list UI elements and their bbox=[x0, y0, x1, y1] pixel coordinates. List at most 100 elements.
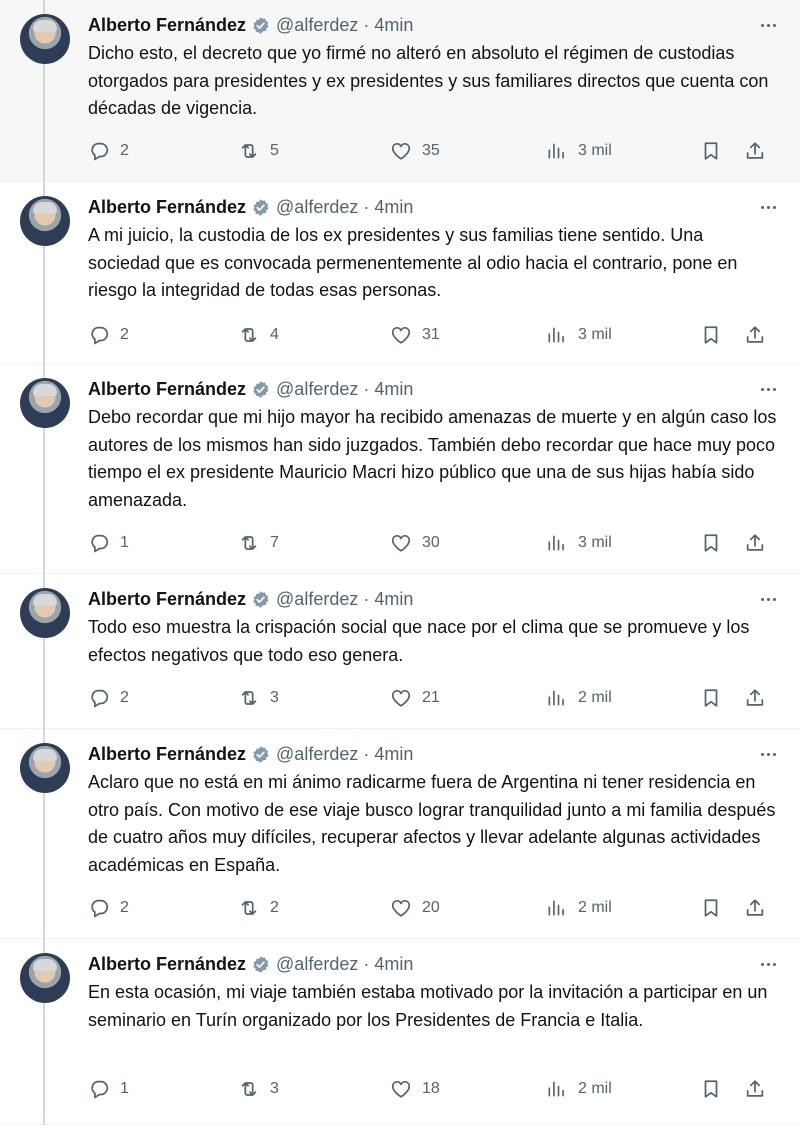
retweet-button[interactable]: 5 bbox=[238, 138, 279, 164]
author-handle[interactable]: @alferdez bbox=[276, 197, 358, 218]
bar-chart-icon bbox=[548, 535, 564, 551]
like-count: 30 bbox=[422, 534, 440, 551]
retweet-count: 3 bbox=[270, 689, 279, 706]
author-name[interactable]: Alberto Fernández bbox=[88, 197, 246, 218]
bookmark-button[interactable] bbox=[700, 530, 722, 556]
tweet-5[interactable]: Alberto Fernández @alferdez · 4min Aclar… bbox=[0, 729, 800, 939]
retweet-button[interactable]: 7 bbox=[238, 530, 279, 556]
bookmark-button[interactable] bbox=[700, 322, 722, 348]
bookmark-icon bbox=[704, 142, 718, 160]
reply-button[interactable]: 2 bbox=[88, 895, 129, 921]
retweet-button[interactable]: 2 bbox=[238, 895, 279, 921]
tweet-4[interactable]: Alberto Fernández @alferdez · 4min Todo … bbox=[0, 574, 800, 729]
bookmark-button[interactable] bbox=[700, 895, 722, 921]
tweet-6[interactable]: Alberto Fernández @alferdez · 4min En es… bbox=[0, 939, 800, 1125]
retweet-button[interactable]: 4 bbox=[238, 322, 279, 348]
reply-button[interactable]: 2 bbox=[88, 322, 129, 348]
author-name[interactable]: Alberto Fernández bbox=[88, 15, 246, 36]
reply-icon bbox=[91, 689, 109, 708]
avatar[interactable] bbox=[20, 743, 70, 793]
reply-button[interactable]: 1 bbox=[88, 530, 129, 556]
author-name[interactable]: Alberto Fernández bbox=[88, 954, 246, 975]
avatar[interactable] bbox=[20, 14, 70, 64]
avatar[interactable] bbox=[20, 196, 70, 246]
author-handle[interactable]: @alferdez bbox=[276, 379, 358, 400]
tweet-2[interactable]: Alberto Fernández @alferdez · 4min A mi … bbox=[0, 182, 800, 364]
reply-icon bbox=[91, 1080, 109, 1099]
like-button[interactable]: 20 bbox=[390, 895, 440, 921]
share-button[interactable] bbox=[744, 685, 766, 711]
views-button[interactable]: 3 mil bbox=[546, 138, 612, 164]
dot-separator: · bbox=[363, 378, 370, 399]
bookmark-button[interactable] bbox=[700, 138, 722, 164]
timestamp[interactable]: 4min bbox=[374, 379, 413, 400]
tweet-1[interactable]: Alberto Fernández @alferdez · 4min Dicho… bbox=[0, 0, 800, 182]
like-button[interactable]: 30 bbox=[390, 530, 440, 556]
more-options-icon[interactable] bbox=[756, 378, 780, 400]
author-name[interactable]: Alberto Fernández bbox=[88, 379, 246, 400]
view-count: 2 mil bbox=[578, 1080, 612, 1097]
views-button[interactable]: 2 mil bbox=[546, 1076, 612, 1102]
bar-chart-icon bbox=[548, 327, 564, 343]
author-name[interactable]: Alberto Fernández bbox=[88, 589, 246, 610]
tweet-header: Alberto Fernández @alferdez · 4min bbox=[88, 376, 780, 402]
avatar[interactable] bbox=[20, 378, 70, 428]
reply-icon bbox=[91, 534, 109, 553]
more-options-icon[interactable] bbox=[756, 14, 780, 36]
tweet-header: Alberto Fernández @alferdez · 4min bbox=[88, 951, 780, 977]
like-button[interactable]: 35 bbox=[390, 138, 440, 164]
tweet-actions: 2 5 35 3 mil bbox=[88, 138, 772, 164]
thread-connector bbox=[43, 64, 45, 182]
view-count: 2 mil bbox=[578, 689, 612, 706]
more-options-icon[interactable] bbox=[756, 588, 780, 610]
author-handle[interactable]: @alferdez bbox=[276, 744, 358, 765]
thread-connector bbox=[43, 246, 45, 364]
share-button[interactable] bbox=[744, 1076, 766, 1102]
views-button[interactable]: 3 mil bbox=[546, 322, 612, 348]
tweet-content: Alberto Fernández @alferdez · 4min Dicho… bbox=[88, 12, 780, 123]
tweet-content: Alberto Fernández @alferdez · 4min Aclar… bbox=[88, 741, 780, 879]
bookmark-button[interactable] bbox=[700, 685, 722, 711]
more-options-icon[interactable] bbox=[756, 743, 780, 765]
share-button[interactable] bbox=[744, 138, 766, 164]
more-options-icon[interactable] bbox=[756, 953, 780, 975]
share-button[interactable] bbox=[744, 322, 766, 348]
reply-button[interactable]: 2 bbox=[88, 685, 129, 711]
timestamp[interactable]: 4min bbox=[374, 15, 413, 36]
author-handle[interactable]: @alferdez bbox=[276, 15, 358, 36]
share-icon bbox=[746, 534, 764, 551]
dot-separator: · bbox=[363, 743, 370, 764]
avatar[interactable] bbox=[20, 588, 70, 638]
like-button[interactable]: 31 bbox=[390, 322, 440, 348]
retweet-button[interactable]: 3 bbox=[238, 1076, 279, 1102]
more-options-icon[interactable] bbox=[756, 196, 780, 218]
author-name[interactable]: Alberto Fernández bbox=[88, 744, 246, 765]
bar-chart-icon bbox=[548, 690, 564, 706]
reply-button[interactable]: 2 bbox=[88, 138, 129, 164]
like-button[interactable]: 18 bbox=[390, 1076, 440, 1102]
views-button[interactable]: 2 mil bbox=[546, 895, 612, 921]
author-handle[interactable]: @alferdez bbox=[276, 954, 358, 975]
like-button[interactable]: 21 bbox=[390, 685, 440, 711]
retweet-icon bbox=[241, 328, 257, 342]
tweet-text: Dicho esto, el decreto que yo firmé no a… bbox=[88, 43, 769, 118]
tweet-content: Alberto Fernández @alferdez · 4min En es… bbox=[88, 951, 780, 1034]
timestamp[interactable]: 4min bbox=[374, 744, 413, 765]
timestamp[interactable]: 4min bbox=[374, 197, 413, 218]
views-button[interactable]: 3 mil bbox=[546, 530, 612, 556]
share-button[interactable] bbox=[744, 895, 766, 921]
retweet-button[interactable]: 3 bbox=[238, 685, 279, 711]
retweet-count: 3 bbox=[270, 1080, 279, 1097]
share-button[interactable] bbox=[744, 530, 766, 556]
like-count: 18 bbox=[422, 1080, 440, 1097]
avatar[interactable] bbox=[20, 953, 70, 1003]
verified-badge-icon bbox=[253, 380, 269, 398]
timestamp[interactable]: 4min bbox=[374, 589, 413, 610]
reply-icon bbox=[91, 899, 109, 918]
bookmark-button[interactable] bbox=[700, 1076, 722, 1102]
views-button[interactable]: 2 mil bbox=[546, 685, 612, 711]
tweet-3[interactable]: Alberto Fernández @alferdez · 4min Debo … bbox=[0, 364, 800, 574]
timestamp[interactable]: 4min bbox=[374, 954, 413, 975]
author-handle[interactable]: @alferdez bbox=[276, 589, 358, 610]
reply-button[interactable]: 1 bbox=[88, 1076, 129, 1102]
